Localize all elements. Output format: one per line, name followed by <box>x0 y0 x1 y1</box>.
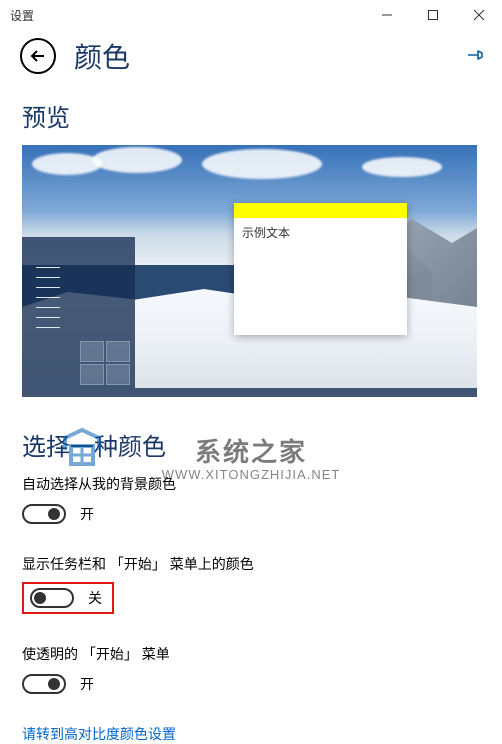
example-window: 示例文本 <box>234 203 407 335</box>
arrow-left-icon <box>29 47 47 65</box>
maximize-button[interactable] <box>410 0 456 30</box>
example-window-titlebar <box>234 203 407 218</box>
window-title-bar: 设置 <box>0 0 502 30</box>
example-window-text: 示例文本 <box>234 218 407 247</box>
auto-pick-label: 自动选择从我的背景颜色 <box>22 474 480 494</box>
auto-pick-toggle[interactable] <box>22 504 66 524</box>
show-color-label: 显示任务栏和 「开始」 菜单上的颜色 <box>22 554 480 574</box>
window-title: 设置 <box>10 7 34 24</box>
back-button[interactable] <box>20 38 56 74</box>
transparent-label: 使透明的 「开始」 菜单 <box>22 644 480 664</box>
close-button[interactable] <box>456 0 502 30</box>
taskbar-overlay <box>135 388 477 397</box>
minimize-button[interactable] <box>364 0 410 30</box>
preview-image: 示例文本 <box>22 145 477 397</box>
transparent-state: 开 <box>80 674 94 694</box>
choose-color-heading: 选择一种颜色 <box>22 427 480 462</box>
show-color-toggle[interactable] <box>30 588 74 608</box>
auto-pick-state: 开 <box>80 504 94 524</box>
highlight-box: 关 <box>22 582 114 614</box>
preview-heading: 预览 <box>22 98 480 133</box>
transparent-toggle[interactable] <box>22 674 66 694</box>
high-contrast-link[interactable]: 请转到高对比度颜色设置 <box>22 724 480 744</box>
page-title: 颜色 <box>74 36 466 76</box>
page-header: 颜色 <box>0 30 502 82</box>
show-color-state: 关 <box>88 588 102 608</box>
start-menu-overlay <box>22 237 135 397</box>
pin-icon[interactable] <box>466 45 486 68</box>
